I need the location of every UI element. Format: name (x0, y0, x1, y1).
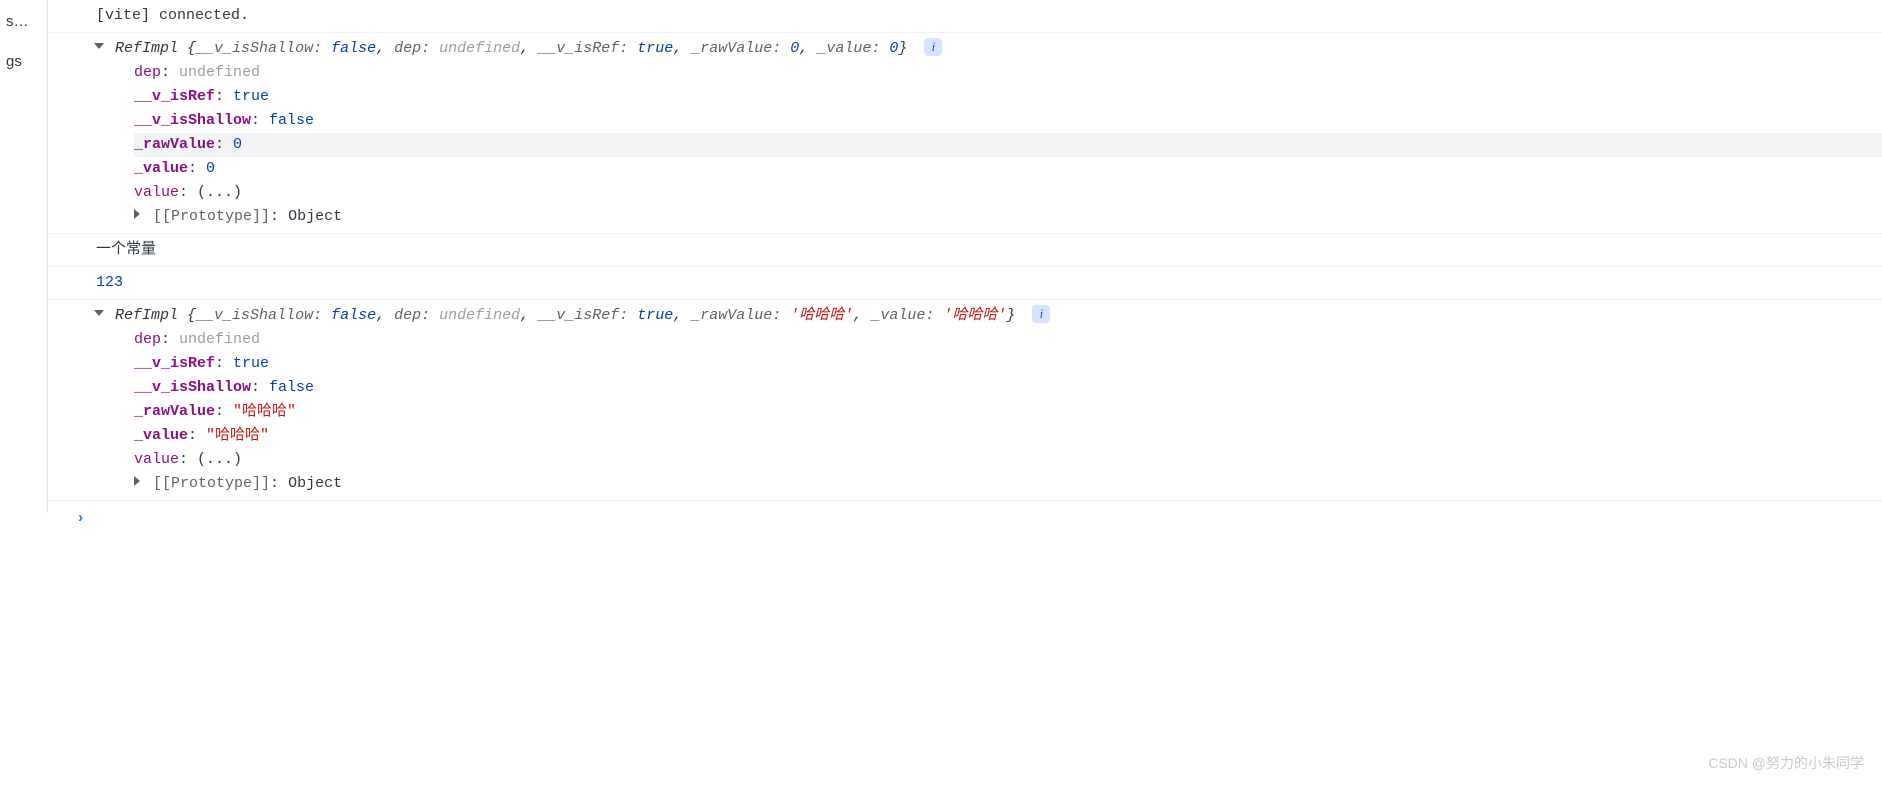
expand-toggle-icon[interactable] (134, 476, 140, 486)
expand-toggle-icon[interactable] (134, 209, 140, 219)
object-properties: dep: undefined __v_isRef: true __v_isSha… (96, 328, 1882, 496)
log-message: 一个常量 (96, 241, 156, 258)
object-properties: dep: undefined __v_isRef: true __v_isSha… (96, 61, 1882, 229)
info-icon[interactable]: i (924, 38, 942, 56)
log-row: RefImpl {__v_isShallow: false, dep: unde… (48, 299, 1882, 500)
object-property[interactable]: _value: 0 (134, 157, 1882, 181)
object-header[interactable]: RefImpl {__v_isShallow: false, dep: unde… (96, 304, 1882, 328)
object-header[interactable]: RefImpl {__v_isShallow: false, dep: unde… (96, 37, 1882, 61)
console-prompt[interactable]: › (48, 500, 1882, 513)
object-property[interactable]: _rawValue: "哈哈哈" (134, 400, 1882, 424)
object-property[interactable]: __v_isRef: true (134, 85, 1882, 109)
log-row: RefImpl {__v_isShallow: false, dep: unde… (48, 32, 1882, 233)
log-row: 123 (48, 266, 1882, 299)
object-prototype[interactable]: [[Prototype]]: Object (134, 472, 1882, 496)
prompt-caret-icon: › (76, 507, 85, 531)
watermark: CSDN @努力的小朱同学 (1708, 752, 1864, 774)
console-wrapper: s… gs [vite] connected. RefImpl {__v_isS… (0, 0, 1882, 513)
expand-toggle-icon[interactable] (94, 43, 104, 49)
object-property[interactable]: _rawValue: 0 (134, 133, 1882, 157)
object-property[interactable]: dep: undefined (134, 61, 1882, 85)
object-property[interactable]: _value: "哈哈哈" (134, 424, 1882, 448)
console-output: [vite] connected. RefImpl {__v_isShallow… (48, 0, 1882, 513)
sidebar: s… gs (0, 0, 48, 513)
sidebar-item[interactable]: gs (0, 46, 47, 78)
log-number: 123 (96, 274, 123, 291)
object-property[interactable]: __v_isShallow: false (134, 109, 1882, 133)
info-icon[interactable]: i (1032, 305, 1050, 323)
log-row: 一个常量 (48, 233, 1882, 266)
object-property[interactable]: value: (...) (134, 181, 1882, 205)
object-property[interactable]: dep: undefined (134, 328, 1882, 352)
expand-toggle-icon[interactable] (94, 310, 104, 316)
log-row: [vite] connected. (48, 0, 1882, 32)
sidebar-item[interactable]: s… (0, 6, 47, 38)
object-prototype[interactable]: [[Prototype]]: Object (134, 205, 1882, 229)
log-message: [vite] connected. (96, 7, 249, 24)
object-property[interactable]: __v_isRef: true (134, 352, 1882, 376)
sidebar-item[interactable] (0, 38, 47, 46)
object-property[interactable]: value: (...) (134, 448, 1882, 472)
object-property[interactable]: __v_isShallow: false (134, 376, 1882, 400)
